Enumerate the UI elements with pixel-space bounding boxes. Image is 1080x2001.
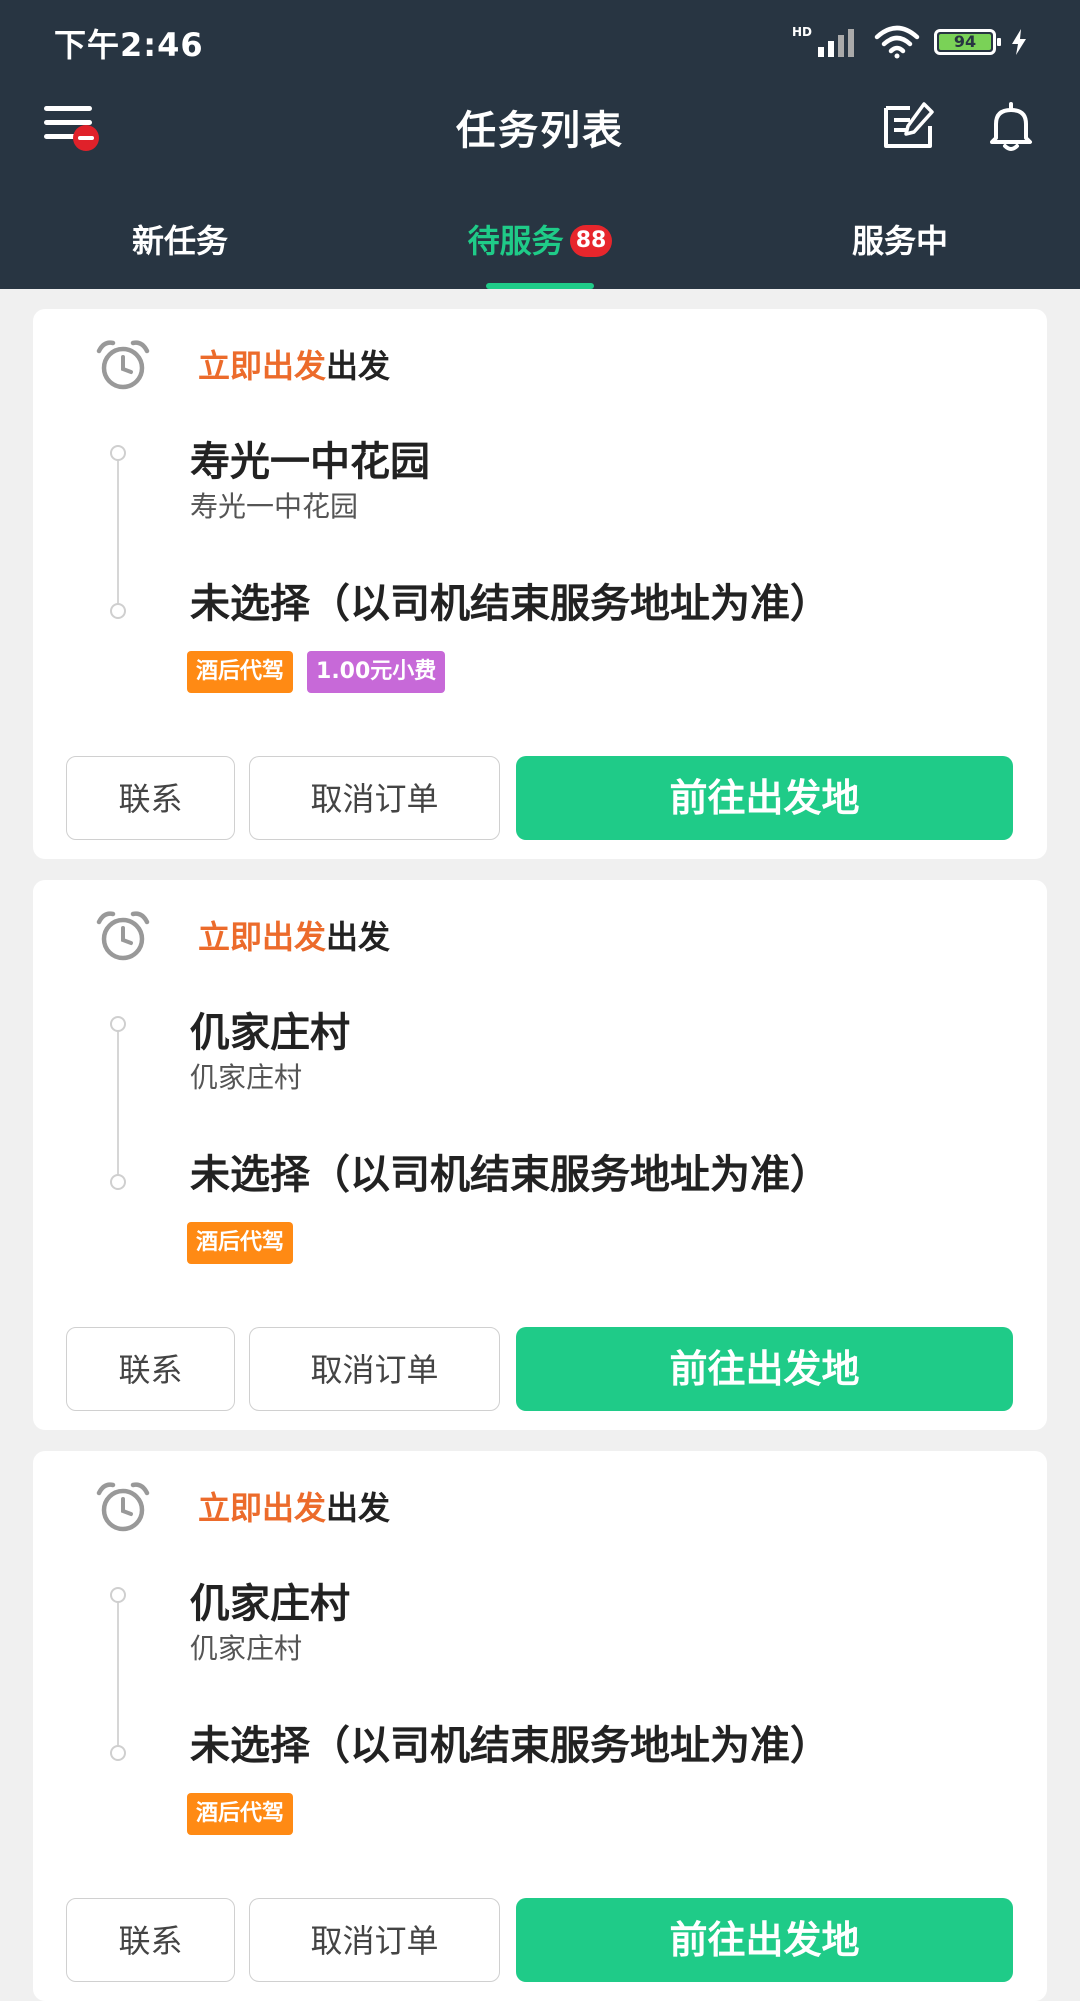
destination-name: 未选择（以司机结束服务地址为准） [190, 1723, 830, 1769]
battery-level: 94 [939, 34, 991, 50]
alarm-clock-icon [96, 1482, 150, 1532]
route-line [117, 1589, 119, 1749]
go-to-pickup-button[interactable]: 前往出发地 [516, 1898, 1013, 1982]
status-indicators: HD 94 [792, 24, 1028, 60]
signal-icon [818, 29, 854, 57]
departure-time: 立即出发出发 [198, 912, 390, 958]
edit-icon[interactable] [880, 100, 936, 152]
service-type-tag: 酒后代驾 [187, 1222, 294, 1264]
contact-button[interactable]: 联系 [66, 1898, 235, 1982]
order-tags: 酒后代驾 [187, 1793, 294, 1835]
navigation-bar: 任务列表 [0, 80, 1080, 172]
start-location-detail: 仉家庄村 [190, 1632, 303, 1665]
end-point-dot [110, 603, 126, 619]
destination-name: 未选择（以司机结束服务地址为准） [190, 581, 830, 627]
end-point-dot [110, 1745, 126, 1761]
cancel-order-button[interactable]: 取消订单 [249, 1327, 500, 1411]
status-time: 下午2:46 [54, 26, 204, 64]
task-card[interactable]: 立即出发出发 寿光一中花园 寿光一中花园 未选择（以司机结束服务地址为准） 酒后… [33, 309, 1047, 859]
status-bar: 下午2:46 HD 94 [0, 0, 1080, 80]
wifi-icon [874, 25, 920, 59]
departure-time: 立即出发出发 [198, 1483, 390, 1529]
tab-label: 待服务 [467, 222, 564, 260]
network-type-label: HD [791, 25, 812, 39]
departure-suffix-text: 出发 [326, 347, 391, 385]
start-point-dot [110, 445, 126, 461]
end-point-dot [110, 1174, 126, 1190]
start-point-dot [110, 1587, 126, 1603]
departure-suffix-text: 出发 [326, 918, 391, 956]
order-tags: 酒后代驾 [187, 1222, 294, 1264]
bell-icon[interactable] [986, 100, 1036, 152]
start-location-name: 仉家庄村 [190, 1010, 350, 1056]
start-location-name: 寿光一中花园 [190, 439, 430, 485]
route-line [117, 1018, 119, 1178]
tab-new-tasks[interactable]: 新任务 [0, 196, 360, 289]
active-tab-indicator [486, 283, 594, 289]
contact-button[interactable]: 联系 [66, 756, 235, 840]
charging-icon [1012, 29, 1026, 55]
alarm-clock-icon [96, 911, 150, 961]
tab-label: 新任务 [131, 222, 228, 260]
start-location-detail: 仉家庄村 [190, 1061, 303, 1094]
task-card[interactable]: 立即出发出发 仉家庄村 仉家庄村 未选择（以司机结束服务地址为准） 酒后代驾 联… [33, 880, 1047, 1430]
tab-label: 服务中 [851, 222, 948, 260]
alarm-clock-icon [96, 340, 150, 390]
departure-suffix-text: 出发 [326, 1489, 391, 1527]
order-tags: 酒后代驾 1.00元小费 [187, 651, 446, 693]
count-badge: 88 [569, 225, 613, 257]
destination-name: 未选择（以司机结束服务地址为准） [190, 1152, 830, 1198]
tip-tag: 1.00元小费 [307, 651, 446, 693]
tab-in-service[interactable]: 服务中 [720, 196, 1080, 289]
go-to-pickup-button[interactable]: 前往出发地 [516, 756, 1013, 840]
service-type-tag: 酒后代驾 [187, 1793, 294, 1835]
service-type-tag: 酒后代驾 [187, 651, 294, 693]
departure-accent-text: 立即出发 [198, 918, 327, 956]
battery-icon: 94 [934, 29, 1001, 55]
route-line [117, 447, 119, 607]
go-to-pickup-button[interactable]: 前往出发地 [516, 1327, 1013, 1411]
cancel-order-button[interactable]: 取消订单 [249, 756, 500, 840]
departure-time: 立即出发出发 [198, 341, 390, 387]
cancel-order-button[interactable]: 取消订单 [249, 1898, 500, 1982]
start-point-dot [110, 1016, 126, 1032]
tab-pending-service[interactable]: 待服务 88 [360, 196, 720, 289]
departure-accent-text: 立即出发 [198, 1489, 327, 1527]
start-location-name: 仉家庄村 [190, 1581, 350, 1627]
task-card[interactable]: 立即出发出发 仉家庄村 仉家庄村 未选择（以司机结束服务地址为准） 酒后代驾 联… [33, 1451, 1047, 2001]
contact-button[interactable]: 联系 [66, 1327, 235, 1411]
app-header: 下午2:46 HD 94 任务列表 新任务 待服务 88 服务中 [0, 0, 1080, 289]
departure-accent-text: 立即出发 [198, 347, 327, 385]
start-location-detail: 寿光一中花园 [190, 490, 359, 523]
task-tabs: 新任务 待服务 88 服务中 [0, 196, 1080, 289]
